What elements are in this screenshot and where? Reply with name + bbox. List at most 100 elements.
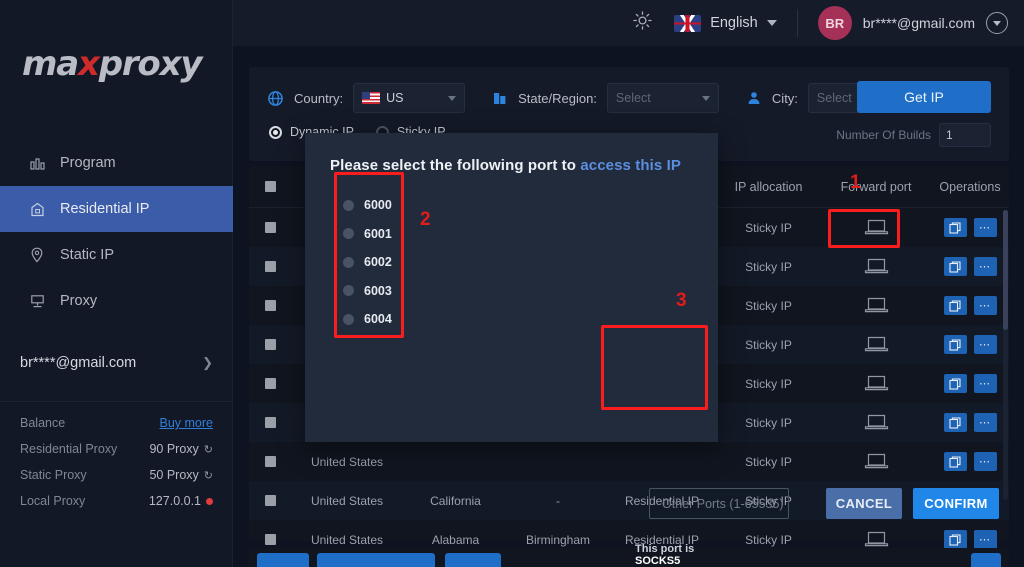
row-checkbox-cell[interactable] <box>249 300 291 311</box>
sidebar-item-proxy[interactable]: Proxy <box>0 278 233 324</box>
more-options-button[interactable]: ⋯ <box>973 530 997 549</box>
logo-text-x: x <box>77 44 100 84</box>
refresh-icon[interactable]: ↻ <box>204 469 213 482</box>
state-value: Select <box>615 91 651 105</box>
more-options-button[interactable]: ⋯ <box>973 452 997 471</box>
table-scrollbar[interactable] <box>1003 210 1008 500</box>
cell-ip-allocation: Sticky IP <box>745 337 792 352</box>
more-options-button[interactable]: ⋯ <box>973 335 997 354</box>
cell-ip-allocation: Sticky IP <box>745 454 792 469</box>
cell-state: California <box>430 493 481 508</box>
annotation-number-1: 1 <box>850 172 861 193</box>
forward-port-laptop-icon[interactable] <box>821 336 931 353</box>
account-email-row[interactable]: br****@gmail.com ❯ <box>20 355 213 387</box>
copy-button[interactable] <box>943 374 967 393</box>
row-checkbox-cell[interactable] <box>249 417 291 428</box>
uk-flag-icon <box>674 14 702 32</box>
checkbox-icon[interactable] <box>264 261 276 272</box>
sidebar-item-program[interactable]: Program <box>0 140 233 186</box>
country-select[interactable]: US <box>353 83 466 113</box>
checkbox-icon[interactable] <box>264 181 276 192</box>
builds-select[interactable]: 1 <box>939 123 991 147</box>
checkbox-icon[interactable] <box>264 456 276 467</box>
checkbox-icon[interactable] <box>264 495 276 506</box>
row-checkbox-cell[interactable] <box>249 534 291 545</box>
chevron-down-circle-icon[interactable] <box>986 12 1008 34</box>
cell-city: - <box>556 493 560 508</box>
more-options-button[interactable]: ⋯ <box>973 413 997 432</box>
language-selector[interactable]: English <box>674 9 798 37</box>
cancel-button[interactable]: CANCEL <box>826 488 902 519</box>
cell-country: United States <box>310 493 384 508</box>
table-row[interactable]: United States Sticky IP ⋯ <box>249 442 1009 481</box>
chart-bars-icon <box>26 154 48 172</box>
country-label: Country: <box>294 90 344 106</box>
user-menu[interactable]: BR br****@gmail.com <box>817 6 1008 40</box>
modal-title-accent: access this IP <box>580 157 681 174</box>
bottom-button-2[interactable] <box>317 553 435 567</box>
us-flag-icon <box>362 92 381 104</box>
get-ip-button[interactable]: Get IP <box>857 81 991 113</box>
buy-more-link[interactable]: Buy more <box>160 416 214 430</box>
bottom-button-1[interactable] <box>257 553 309 567</box>
row-checkbox-cell[interactable] <box>249 456 291 467</box>
chevron-down-icon <box>766 20 777 26</box>
copy-button[interactable] <box>943 257 967 276</box>
copy-button[interactable] <box>943 296 967 315</box>
forward-port-laptop-icon[interactable] <box>821 297 931 314</box>
note-protocol: SOCKS5 <box>635 555 681 567</box>
confirm-button[interactable]: CONFIRM <box>913 488 999 519</box>
forward-port-laptop-icon[interactable] <box>821 414 931 431</box>
forward-port-laptop-icon[interactable] <box>821 453 931 470</box>
checkbox-icon[interactable] <box>264 534 276 545</box>
annotation-number-3: 3 <box>676 290 687 311</box>
sidebar-item-static-ip[interactable]: Static IP <box>0 232 233 278</box>
row-checkbox-cell[interactable] <box>249 378 291 389</box>
stat-value: 127.0.0.1 <box>148 494 201 508</box>
state-select[interactable]: Select <box>606 83 719 113</box>
country-filter: Country: US <box>267 83 466 113</box>
row-checkbox-cell[interactable] <box>249 495 291 506</box>
forward-port-laptop-icon[interactable] <box>821 375 931 392</box>
copy-button[interactable] <box>943 452 967 471</box>
checkbox-icon[interactable] <box>264 300 276 311</box>
more-options-button[interactable]: ⋯ <box>973 218 997 237</box>
more-options-button[interactable]: ⋯ <box>973 374 997 393</box>
more-options-button[interactable]: ⋯ <box>973 296 997 315</box>
copy-button[interactable] <box>943 530 967 549</box>
select-all-cell[interactable] <box>249 181 291 192</box>
row-checkbox-cell[interactable] <box>249 339 291 350</box>
row-checkbox-cell[interactable] <box>249 261 291 272</box>
sidebar-item-label: Proxy <box>60 293 98 309</box>
app-root: maxproxy Program Residential IP Static I… <box>0 0 1024 567</box>
number-of-builds: Number Of Builds 1 <box>836 123 991 147</box>
checkbox-icon[interactable] <box>264 222 276 233</box>
cell-country: United States <box>310 532 384 547</box>
checkbox-icon[interactable] <box>264 339 276 350</box>
account-section[interactable]: br****@gmail.com ❯ <box>0 355 233 402</box>
country-value: US <box>386 91 404 105</box>
col-operations: Operations <box>939 179 1001 194</box>
forward-port-laptop-icon[interactable] <box>821 531 931 548</box>
row-checkbox-cell[interactable] <box>249 222 291 233</box>
bottom-button-3[interactable] <box>445 553 501 567</box>
copy-button[interactable] <box>943 218 967 237</box>
account-email: br****@gmail.com <box>20 355 137 371</box>
copy-button[interactable] <box>943 413 967 432</box>
cell-operations: ⋯ <box>931 335 1009 354</box>
sidebar-item-label: Residential IP <box>60 201 150 217</box>
forward-port-laptop-icon[interactable] <box>821 258 931 275</box>
other-ports-input[interactable]: Other Ports (1-65535) <box>649 488 789 519</box>
checkbox-icon[interactable] <box>264 378 276 389</box>
more-options-button[interactable]: ⋯ <box>973 257 997 276</box>
refresh-icon[interactable]: ↻ <box>204 443 213 456</box>
checkbox-icon[interactable] <box>264 417 276 428</box>
cell-ip-allocation: Sticky IP <box>745 532 792 547</box>
sun-icon[interactable] <box>633 11 652 35</box>
home-lock-icon <box>26 200 48 218</box>
bottom-button-4[interactable] <box>971 553 1001 567</box>
copy-button[interactable] <box>943 335 967 354</box>
sidebar-item-label: Program <box>60 155 116 171</box>
sidebar-item-residential-ip[interactable]: Residential IP <box>0 186 233 232</box>
col-ip-allocation: IP allocation <box>734 179 803 194</box>
